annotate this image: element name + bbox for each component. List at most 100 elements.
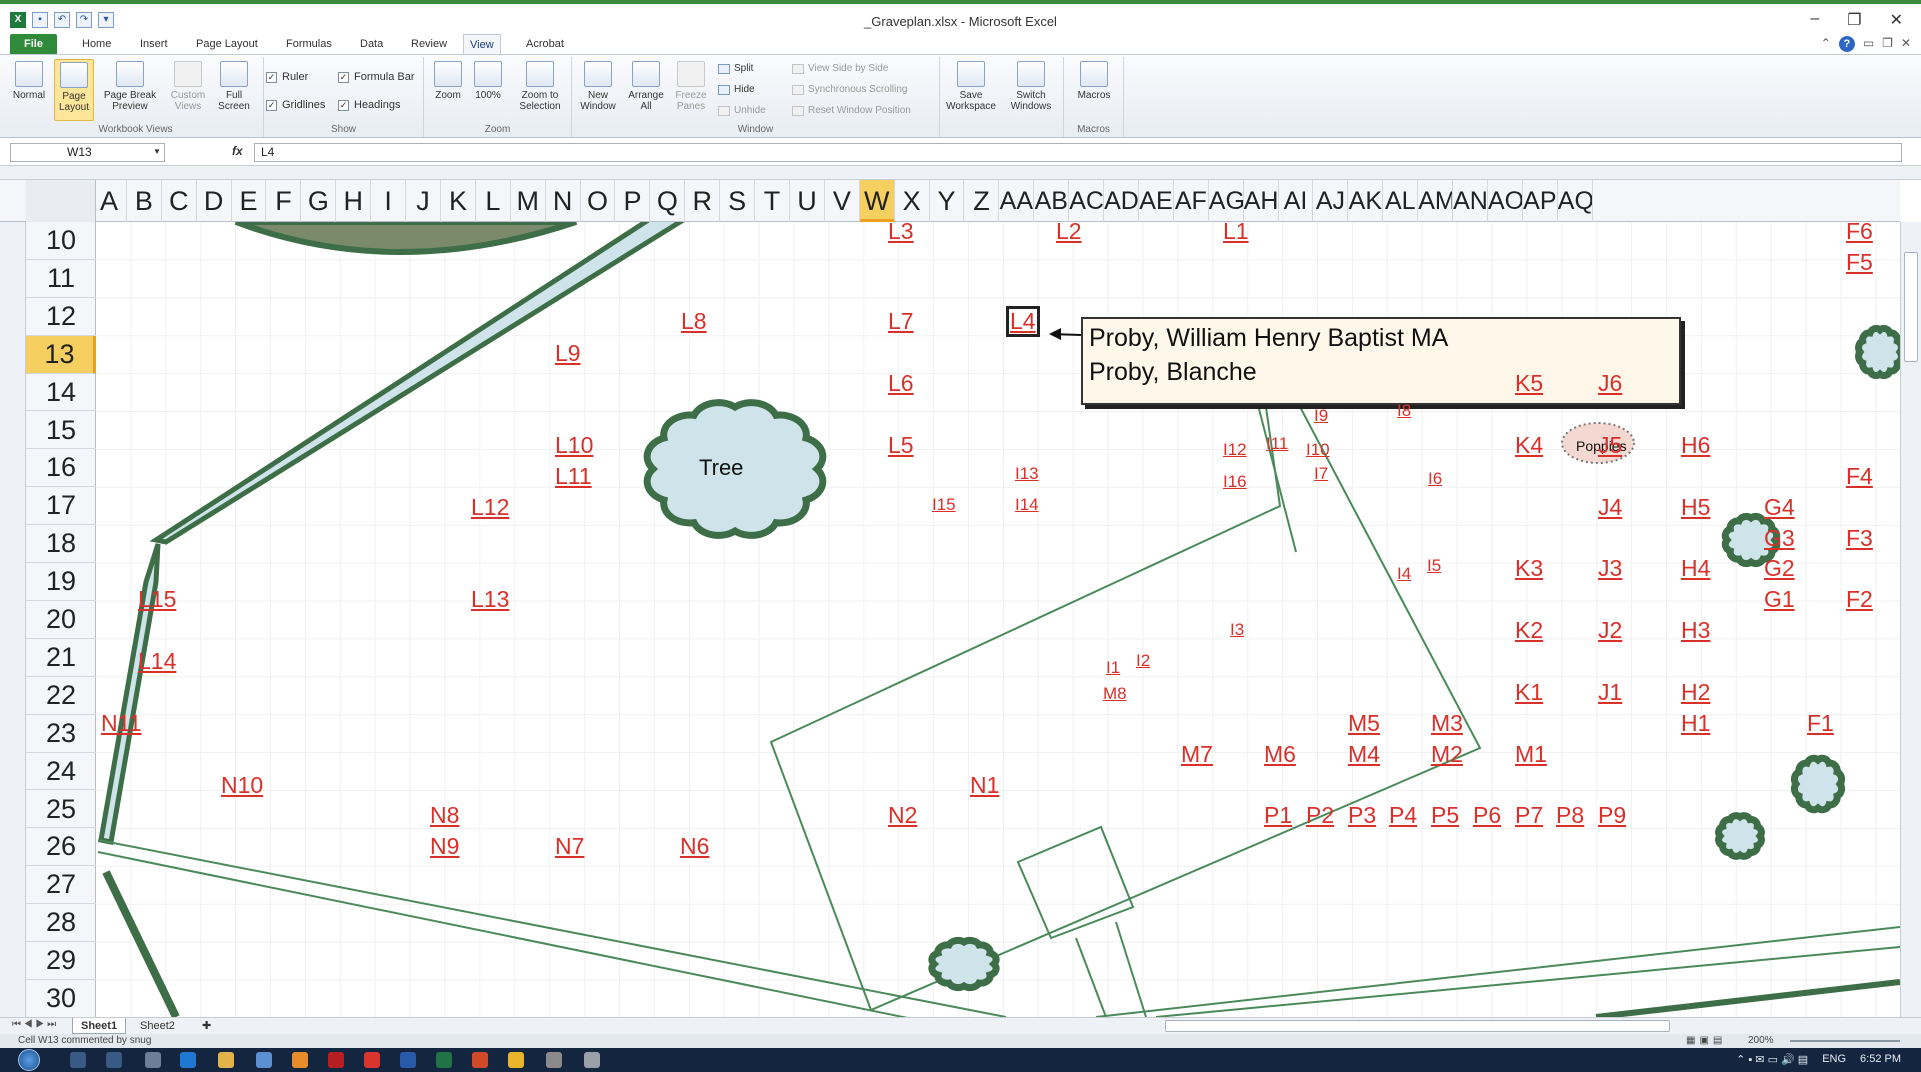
plot-label-l11[interactable]: L11: [555, 465, 592, 488]
plot-label-f3[interactable]: F3: [1846, 527, 1873, 550]
plot-label-n7[interactable]: N7: [555, 835, 584, 858]
tab-view[interactable]: View: [463, 34, 501, 54]
row-header-19[interactable]: 19: [26, 563, 96, 601]
column-header-aa[interactable]: AA: [999, 180, 1035, 222]
split-button[interactable]: Split: [718, 63, 753, 74]
plot-label-g4[interactable]: G4: [1764, 496, 1795, 519]
plot-label-l8[interactable]: L8: [681, 310, 707, 333]
sheet-nav-arrows[interactable]: ⏮ ◀ ▶ ⏭: [12, 1019, 56, 1030]
app-b-icon[interactable]: [328, 1052, 344, 1068]
column-header-a[interactable]: A: [92, 180, 127, 222]
column-header-q[interactable]: Q: [650, 180, 686, 222]
plot-label-m8[interactable]: M8: [1103, 685, 1127, 702]
column-header-d[interactable]: D: [197, 180, 232, 222]
plot-label-i3[interactable]: I3: [1230, 621, 1244, 638]
column-header-r[interactable]: R: [685, 180, 721, 222]
column-header-z[interactable]: Z: [965, 180, 1000, 222]
row-header-27[interactable]: 27: [26, 866, 96, 905]
plot-label-k4[interactable]: K4: [1515, 434, 1543, 457]
excel-taskbar-icon[interactable]: [436, 1052, 452, 1068]
column-header-ab[interactable]: AB: [1034, 180, 1070, 222]
plot-label-l4[interactable]: L4: [1006, 306, 1040, 337]
plot-label-h2[interactable]: H2: [1681, 681, 1710, 704]
tab-data[interactable]: Data: [354, 34, 389, 54]
column-header-m[interactable]: M: [511, 180, 546, 222]
plot-label-i8[interactable]: I8: [1397, 402, 1411, 419]
search-icon[interactable]: [70, 1052, 86, 1068]
plot-label-m5[interactable]: M5: [1348, 712, 1380, 735]
row-header-30[interactable]: 30: [26, 980, 96, 1018]
tray-icons[interactable]: ⌃ ▪ ✉ ▭ 🔊 ▤: [1736, 1053, 1808, 1066]
select-all-corner[interactable]: [26, 180, 96, 222]
store-icon[interactable]: [256, 1052, 272, 1068]
plot-label-i4[interactable]: I4: [1397, 565, 1411, 582]
plot-label-p5[interactable]: P5: [1431, 804, 1459, 827]
zoom-level[interactable]: 200%: [1748, 1034, 1774, 1048]
column-header-ah[interactable]: AH: [1244, 180, 1279, 222]
tab-file[interactable]: File: [10, 34, 57, 54]
plot-label-i14[interactable]: I14: [1015, 496, 1039, 513]
plot-label-p9[interactable]: P9: [1598, 804, 1626, 827]
plot-label-i11[interactable]: I11: [1266, 435, 1288, 452]
restore-button[interactable]: ❐: [1847, 10, 1861, 30]
reset-window-position-button[interactable]: Reset Window Position: [792, 105, 911, 116]
word-icon[interactable]: [400, 1052, 416, 1068]
plot-label-i13[interactable]: I13: [1015, 465, 1039, 482]
plot-label-f2[interactable]: F2: [1846, 588, 1873, 611]
plot-label-l3[interactable]: L3: [888, 222, 914, 243]
plot-label-m1[interactable]: M1: [1515, 743, 1547, 766]
vertical-scrollbar[interactable]: [1900, 222, 1921, 1017]
plot-label-g2[interactable]: G2: [1764, 557, 1795, 580]
zoom-100-button[interactable]: 100%: [470, 61, 506, 101]
plot-label-i1[interactable]: I1: [1106, 659, 1120, 676]
row-header-25[interactable]: 25: [26, 791, 96, 829]
tab-acrobat[interactable]: Acrobat: [520, 34, 570, 54]
column-header-ag[interactable]: AG: [1209, 180, 1244, 222]
column-header-aj[interactable]: AJ: [1314, 180, 1349, 222]
view-side-by-side-button[interactable]: View Side by Side: [792, 63, 888, 74]
freeze-panes-button[interactable]: Freeze Panes: [670, 61, 712, 112]
plot-label-f1[interactable]: F1: [1807, 712, 1834, 735]
acrobat-icon[interactable]: [364, 1052, 380, 1068]
clock[interactable]: 6:52 PM: [1860, 1053, 1901, 1066]
plot-label-h4[interactable]: H4: [1681, 557, 1710, 580]
close-button[interactable]: ✕: [1890, 10, 1903, 30]
row-header-13[interactable]: 13: [26, 335, 96, 374]
row-header-16[interactable]: 16: [26, 449, 96, 488]
zoom-to-selection-button[interactable]: Zoom to Selection: [512, 61, 568, 112]
column-header-f[interactable]: F: [267, 180, 302, 222]
plot-label-m6[interactable]: M6: [1264, 743, 1296, 766]
plot-label-j2[interactable]: J2: [1598, 619, 1622, 642]
plot-label-p4[interactable]: P4: [1389, 804, 1417, 827]
chevron-down-icon[interactable]: ▼: [153, 147, 161, 156]
powerpoint-icon[interactable]: [472, 1052, 488, 1068]
column-header-s[interactable]: S: [720, 180, 756, 222]
row-header-22[interactable]: 22: [26, 677, 96, 715]
new-window-button[interactable]: New Window: [576, 61, 620, 112]
page-break-preview-button[interactable]: Page Break Preview: [100, 61, 160, 112]
plot-label-i6[interactable]: I6: [1428, 470, 1442, 487]
tray-app-2-icon[interactable]: [584, 1052, 600, 1068]
insert-sheet-icon[interactable]: ✚: [194, 1018, 219, 1034]
row-header-15[interactable]: 15: [26, 412, 96, 450]
plot-label-h1[interactable]: H1: [1681, 712, 1710, 735]
minimize-button[interactable]: –: [1810, 10, 1819, 30]
row-header-24[interactable]: 24: [26, 753, 96, 791]
headings-checkbox[interactable]: ✓ Headings: [338, 99, 400, 111]
plot-label-l13[interactable]: L13: [471, 588, 509, 611]
plot-label-i7[interactable]: I7: [1314, 465, 1328, 482]
tray-app-icon[interactable]: [546, 1052, 562, 1068]
doc-close-icon[interactable]: ✕: [1901, 36, 1911, 52]
name-box[interactable]: W13: [10, 143, 165, 162]
column-header-n[interactable]: N: [546, 180, 581, 222]
row-header-23[interactable]: 23: [26, 715, 96, 753]
edge-icon[interactable]: [180, 1052, 196, 1068]
plot-label-i2[interactable]: I2: [1136, 652, 1150, 669]
plot-label-h5[interactable]: H5: [1681, 496, 1710, 519]
plot-label-l1[interactable]: L1: [1223, 222, 1249, 243]
plot-label-n8[interactable]: N8: [430, 804, 459, 827]
plot-label-i5[interactable]: I5: [1427, 557, 1441, 574]
start-button[interactable]: [18, 1049, 40, 1071]
column-header-w[interactable]: W: [859, 180, 895, 222]
plot-label-m4[interactable]: M4: [1348, 743, 1380, 766]
